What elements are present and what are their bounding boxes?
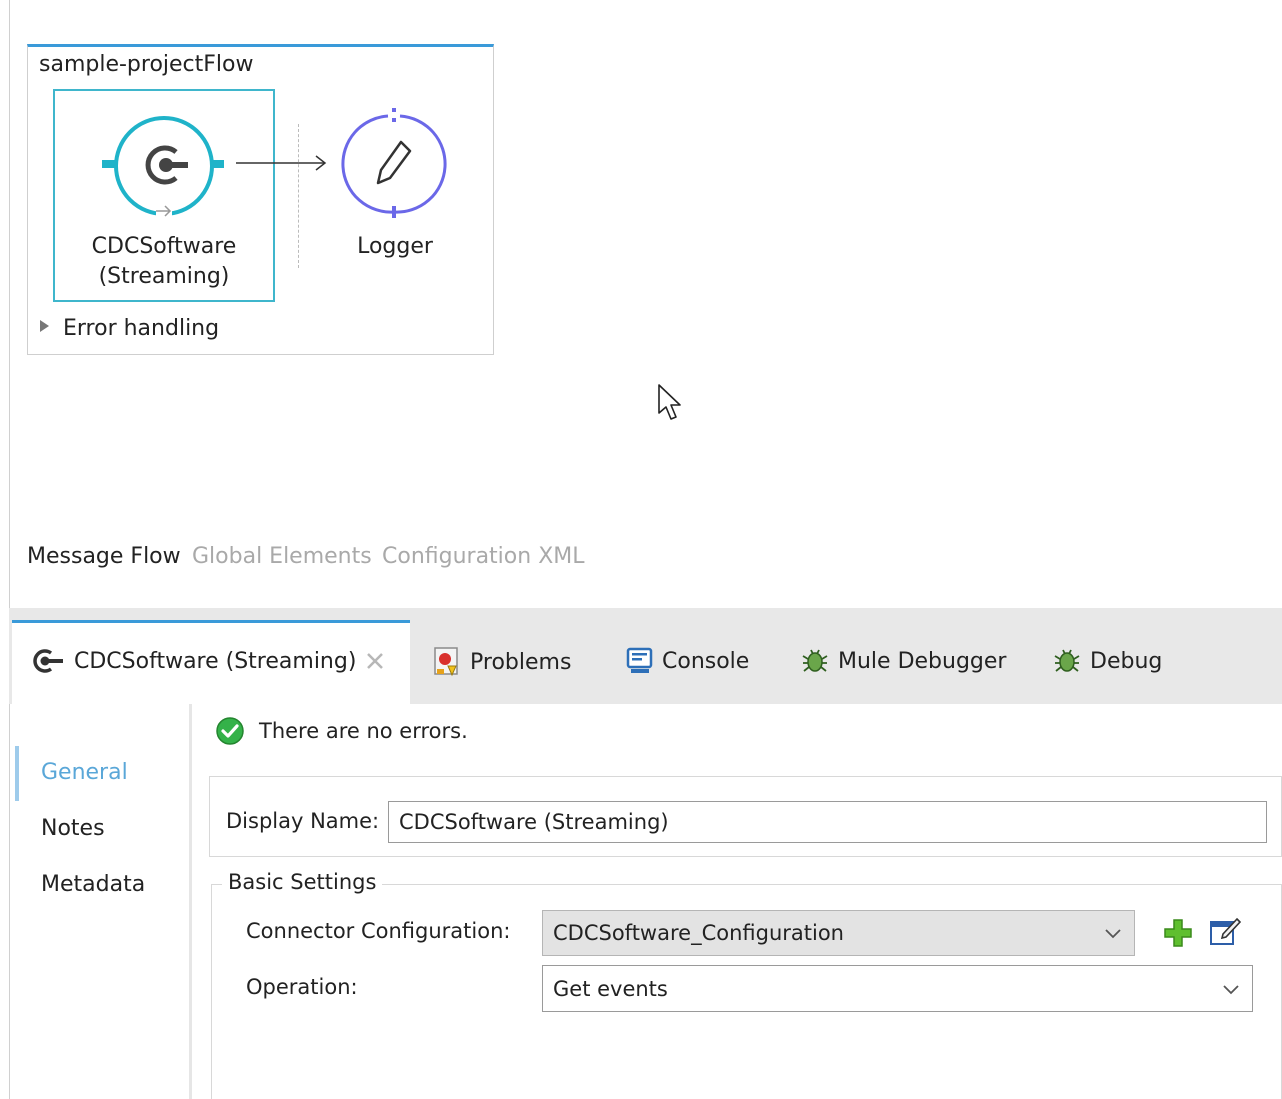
connector-configuration-select[interactable]: CDCSoftware_Configuration: [542, 910, 1135, 956]
operation-select[interactable]: Get events: [542, 965, 1253, 1012]
bug-icon: [1054, 649, 1080, 672]
operation-label: Operation:: [246, 975, 358, 999]
sidebar-active-indicator: [15, 746, 19, 801]
sidebar-item-notes[interactable]: Notes: [41, 816, 105, 841]
display-name-label: Display Name:: [226, 809, 380, 833]
left-divider: [9, 0, 10, 1099]
operation-value: Get events: [553, 976, 668, 1001]
sidebar-item-metadata[interactable]: Metadata: [41, 872, 145, 897]
display-name-field[interactable]: CDCSoftware (Streaming): [388, 801, 1267, 843]
connector-icon: [33, 649, 63, 673]
flow-arrow: [236, 155, 327, 171]
active-tab-label: CDCSoftware (Streaming): [74, 648, 357, 674]
tab-mule-debugger[interactable]: Mule Debugger: [800, 646, 1006, 676]
sidebar-item-general[interactable]: General: [41, 760, 128, 785]
tab-global-elements[interactable]: Global Elements: [192, 544, 372, 569]
tab-console[interactable]: Console: [626, 646, 749, 676]
error-handling-label: Error handling: [63, 316, 220, 341]
debug-label: Debug: [1090, 648, 1163, 674]
edit-icon[interactable]: [1208, 916, 1242, 948]
mouse-cursor-icon: [658, 384, 681, 420]
problems-label: Problems: [470, 649, 572, 675]
basic-settings-title: Basic Settings: [222, 870, 383, 894]
bug-icon: [802, 649, 828, 672]
problems-icon: [434, 647, 458, 677]
sidebar-divider: [189, 704, 192, 1099]
add-icon[interactable]: [1163, 918, 1193, 948]
connector-configuration-value: CDCSoftware_Configuration: [553, 921, 844, 945]
logger-pencil-icon[interactable]: [338, 106, 450, 222]
tab-debug[interactable]: Debug: [1052, 646, 1162, 676]
tab-problems[interactable]: Problems: [432, 646, 571, 678]
cdc-source-icon[interactable]: [100, 108, 228, 220]
console-label: Console: [662, 648, 750, 674]
expand-triangle-icon: [40, 320, 49, 332]
active-tab-content: CDCSoftware (Streaming): [30, 646, 386, 676]
error-handling-toggle[interactable]: Error handling: [40, 316, 219, 341]
flow-separator: [298, 124, 299, 268]
chevron-down-icon: [1223, 984, 1239, 994]
flow-title: sample-projectFlow: [39, 52, 254, 77]
validation-status: There are no errors.: [215, 716, 468, 746]
tab-configuration-xml[interactable]: Configuration XML: [382, 544, 585, 569]
check-circle-icon: [216, 717, 244, 745]
console-icon: [626, 647, 653, 673]
source-label-line1: CDCSoftware: [91, 234, 237, 259]
tab-message-flow[interactable]: Message Flow: [27, 544, 181, 569]
connector-configuration-label: Connector Configuration:: [246, 919, 511, 943]
close-icon[interactable]: [364, 650, 386, 672]
mule-debugger-label: Mule Debugger: [838, 648, 1007, 674]
source-label-line2: (Streaming): [98, 264, 230, 289]
logger-label: Logger: [357, 234, 433, 259]
display-name-value: CDCSoftware (Streaming): [399, 810, 669, 834]
status-text: There are no errors.: [259, 719, 468, 743]
chevron-down-icon: [1105, 929, 1121, 939]
